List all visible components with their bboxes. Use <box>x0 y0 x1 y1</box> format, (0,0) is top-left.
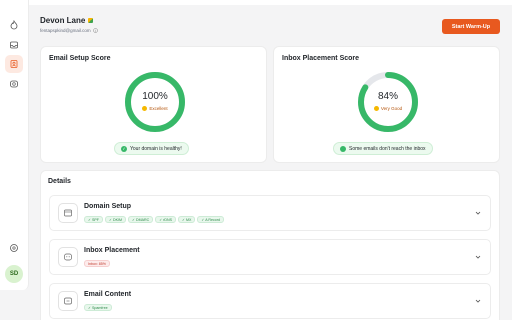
tag-dmarc: ✓ DMARC <box>128 216 154 223</box>
row-tags: Inbox: 85% <box>84 260 110 267</box>
user-name: Devon Lane <box>40 16 94 25</box>
tag-dkim: ✓ DKIM <box>105 216 126 223</box>
details-title: Details <box>48 178 71 185</box>
chevron-down-icon[interactable] <box>474 253 482 261</box>
row-title: Inbox Placement <box>84 247 140 254</box>
row-tags: ✓ SPF ✓ DKIM ✓ DMARC ✓ rDNS ✓ MX ✓ A Rec… <box>84 216 224 223</box>
chevron-down-icon[interactable] <box>474 209 482 217</box>
tag-inbox-rate: Inbox: 85% <box>84 260 110 267</box>
score-rating: Excellent <box>123 106 187 111</box>
flag-icon <box>88 18 94 23</box>
status-badge: Some emails don't reach the inbox <box>333 142 433 155</box>
score-value: 100% <box>142 91 168 102</box>
details-row-domain-setup[interactable]: Domain Setup ✓ SPF ✓ DKIM ✓ DMARC ✓ rDNS… <box>49 195 491 231</box>
inbox-placement-card: Inbox Placement Score 84% Very Good Some… <box>273 46 500 163</box>
tag-rdns: ✓ rDNS <box>155 216 176 223</box>
score-rating: Very Good <box>356 106 420 111</box>
email-content-icon <box>58 291 78 311</box>
inbox-icon[interactable] <box>5 36 23 54</box>
inbox-placement-icon <box>58 247 78 267</box>
domain-icon <box>58 203 78 223</box>
user-email-text: fentapspkind@gmail.com <box>40 28 91 33</box>
info-icon[interactable] <box>92 28 98 33</box>
row-title: Email Content <box>84 291 132 298</box>
tag-spamfree: ✓ Spamfree <box>84 304 112 311</box>
tag-a-record: ✓ A Record <box>197 216 224 223</box>
status-badge: ✓ Your domain is healthy! <box>114 142 189 155</box>
status-text: Some emails don't reach the inbox <box>349 145 426 152</box>
details-row-email-content[interactable]: Email Content ✓ Spamfree <box>49 283 491 319</box>
details-row-inbox-placement[interactable]: Inbox Placement Inbox: 85% <box>49 239 491 275</box>
tag-spf: ✓ SPF <box>84 216 103 223</box>
status-text: Your domain is healthy! <box>130 145 182 152</box>
sidebar: SD <box>0 0 29 290</box>
start-warmup-button[interactable]: Start Warm-Up <box>442 19 500 34</box>
row-tags: ✓ Spamfree <box>84 304 112 311</box>
score-value: 84% <box>377 91 398 102</box>
card-title: Email Setup Score <box>49 55 111 62</box>
avatar[interactable]: SD <box>5 265 23 283</box>
check-icon: ✓ <box>121 145 127 152</box>
flame-icon[interactable] <box>5 16 23 34</box>
rating-text: Excellent <box>149 106 168 111</box>
user-name-text: Devon Lane <box>40 16 86 25</box>
row-title: Domain Setup <box>84 203 132 210</box>
sunglasses-icon <box>373 106 379 111</box>
email-setup-card: Email Setup Score 100% Excellent ✓ Your … <box>40 46 267 163</box>
email-setup-gauge: 100% Excellent <box>123 70 187 134</box>
rating-text: Very Good <box>380 106 403 111</box>
status-dot-icon <box>340 145 346 152</box>
mailbox-icon[interactable] <box>5 75 23 93</box>
smiley-icon <box>142 106 148 111</box>
chevron-down-icon[interactable] <box>474 297 482 305</box>
tag-mx: ✓ MX <box>177 216 196 223</box>
contacts-icon[interactable] <box>5 55 23 73</box>
top-bar <box>29 0 512 5</box>
user-email: fentapspkind@gmail.com <box>40 28 98 33</box>
inbox-placement-gauge: 84% Very Good <box>356 70 420 134</box>
help-icon[interactable] <box>5 239 23 257</box>
card-title: Inbox Placement Score <box>282 55 360 62</box>
